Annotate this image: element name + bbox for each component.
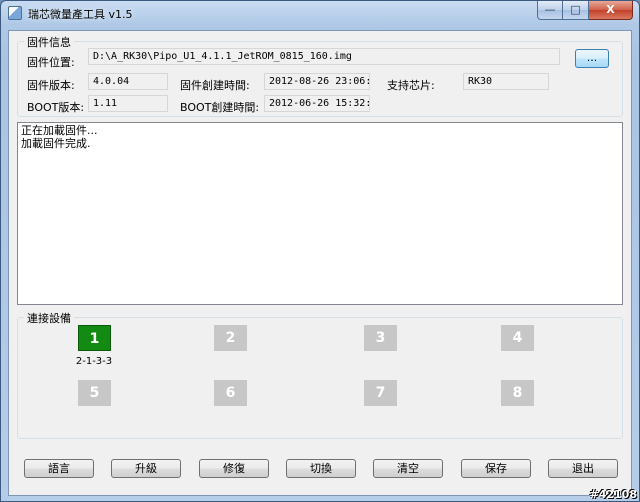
firmware-version-label: 固件版本: (27, 79, 75, 92)
device-slot-8[interactable]: 8 (501, 380, 534, 406)
clear-button[interactable]: 清空 (373, 459, 443, 478)
caption-buttons: — □ X (537, 1, 633, 20)
app-window: 瑞芯微量產工具 v1.5 — □ X 固件信息 固件位置: D:\A_RK30\… (0, 0, 640, 502)
device-slot-7[interactable]: 7 (364, 380, 397, 406)
firmware-created-label: 固件創建時間: (180, 79, 250, 92)
maximize-button[interactable]: □ (563, 1, 589, 20)
switch-button[interactable]: 切換 (286, 459, 356, 478)
browse-button[interactable]: ... (575, 49, 609, 68)
upgrade-button[interactable]: 升級 (111, 459, 181, 478)
save-button[interactable]: 保存 (461, 459, 531, 478)
window-title: 瑞芯微量產工具 v1.5 (28, 8, 133, 21)
boot-created-label: BOOT創建時間: (180, 101, 260, 114)
firmware-created-field: 2012-08-26 23:06:43 (264, 73, 370, 90)
log-output[interactable]: 正在加載固件... 加載固件完成. (17, 122, 623, 305)
log-line: 加載固件完成. (21, 137, 91, 150)
device-slot-1-id: 2-1-3-3 (75, 356, 113, 367)
device-slot-2[interactable]: 2 (214, 325, 247, 351)
boot-version-field: 1.11 (88, 95, 168, 112)
supported-chip-field: RK30 (463, 73, 549, 90)
device-slot-5[interactable]: 5 (78, 380, 111, 406)
language-button[interactable]: 語言 (24, 459, 94, 478)
device-slot-1[interactable]: 1 (78, 325, 111, 351)
firmware-info-title: 固件信息 (24, 34, 74, 50)
app-icon (8, 6, 22, 20)
watermark: #42108 (589, 488, 638, 501)
supported-chip-label: 支持芯片: (387, 79, 435, 92)
close-button[interactable]: X (589, 1, 633, 20)
firmware-path-field[interactable]: D:\A_RK30\Pipo_U1_4.1.1_JetROM_0815_160.… (88, 48, 560, 65)
boot-version-label: BOOT版本: (27, 101, 85, 114)
firmware-path-label: 固件位置: (27, 56, 75, 69)
device-slot-4[interactable]: 4 (501, 325, 534, 351)
firmware-version-field: 4.0.04 (88, 73, 168, 90)
log-line: 正在加載固件... (21, 124, 98, 137)
connected-devices-title: 連接設備 (24, 310, 74, 326)
minimize-button[interactable]: — (537, 1, 563, 20)
device-slot-3[interactable]: 3 (364, 325, 397, 351)
exit-button[interactable]: 退出 (548, 459, 618, 478)
device-slot-6[interactable]: 6 (214, 380, 247, 406)
repair-button[interactable]: 修復 (199, 459, 269, 478)
client-area: 固件信息 固件位置: D:\A_RK30\Pipo_U1_4.1.1_JetRO… (8, 30, 632, 496)
title-bar[interactable]: 瑞芯微量產工具 v1.5 — □ X (1, 1, 639, 25)
boot-created-field: 2012-06-26 15:32:00 (264, 95, 370, 112)
